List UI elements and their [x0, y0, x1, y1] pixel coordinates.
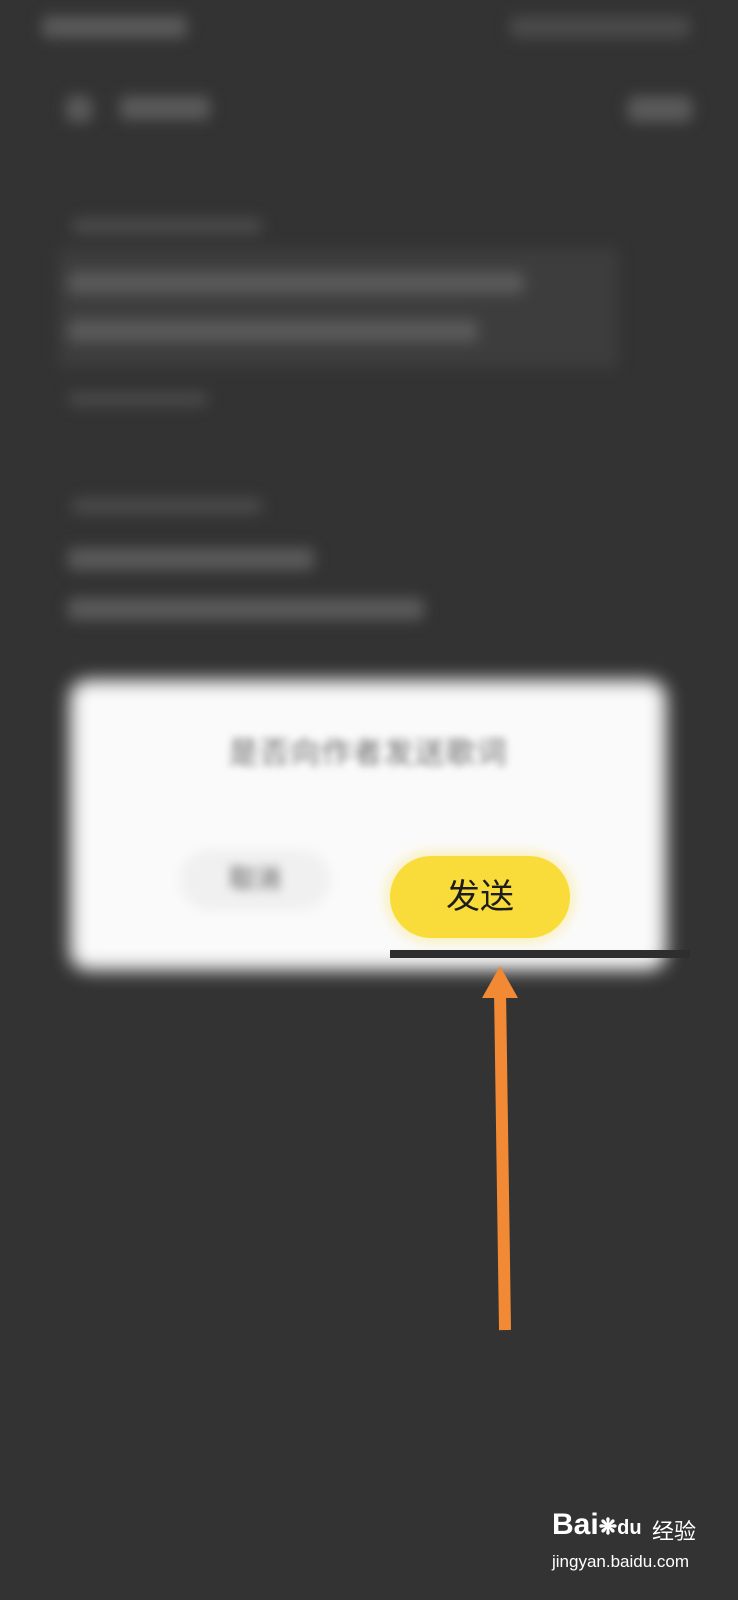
baidu-logo: Bai❋du — [552, 1508, 642, 1541]
paw-icon: ❋ — [598, 1514, 618, 1539]
watermark-cn: 经验 — [652, 1520, 697, 1545]
baidu-jingyan-watermark: Bai❋du 经验 jingyan.baidu.com — [552, 1508, 702, 1578]
arrow-shaft — [494, 989, 511, 1331]
arrow-head — [482, 966, 518, 998]
annotation-arrow — [482, 966, 518, 1331]
watermark-url: jingyan.baidu.com — [552, 1552, 690, 1571]
